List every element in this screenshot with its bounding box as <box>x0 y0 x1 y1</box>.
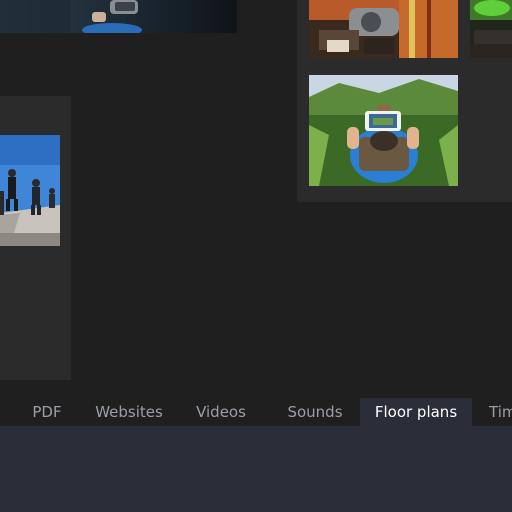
gallery-thumbnail-green-vehicle[interactable] <box>470 0 512 58</box>
gallery-thumbnail-hiker-phone[interactable] <box>309 75 458 186</box>
green-vehicle-photo <box>470 0 512 58</box>
tab-timeline[interactable]: Tim <box>484 398 512 426</box>
gallery-thumbnail-action-camera[interactable] <box>0 0 237 33</box>
hiker-phone-photo <box>309 75 458 186</box>
action-camera-photo <box>0 0 237 33</box>
tab-content-area <box>0 426 512 512</box>
category-tab-bar: PDF Websites Videos Sounds Floor plans T… <box>0 398 512 426</box>
tab-websites[interactable]: Websites <box>88 398 170 426</box>
zipline-photo <box>309 0 458 58</box>
gallery-thumbnail-zipline[interactable] <box>309 0 458 58</box>
tab-floor-plans[interactable]: Floor plans <box>360 398 472 426</box>
tab-sounds[interactable]: Sounds <box>276 398 354 426</box>
group-jump-photo <box>0 135 60 246</box>
gallery-thumbnail-group-jump[interactable] <box>0 135 60 246</box>
media-gallery-screen: PDF Websites Videos Sounds Floor plans T… <box>0 0 512 512</box>
tab-videos[interactable]: Videos <box>184 398 258 426</box>
tab-pdf[interactable]: PDF <box>18 398 76 426</box>
